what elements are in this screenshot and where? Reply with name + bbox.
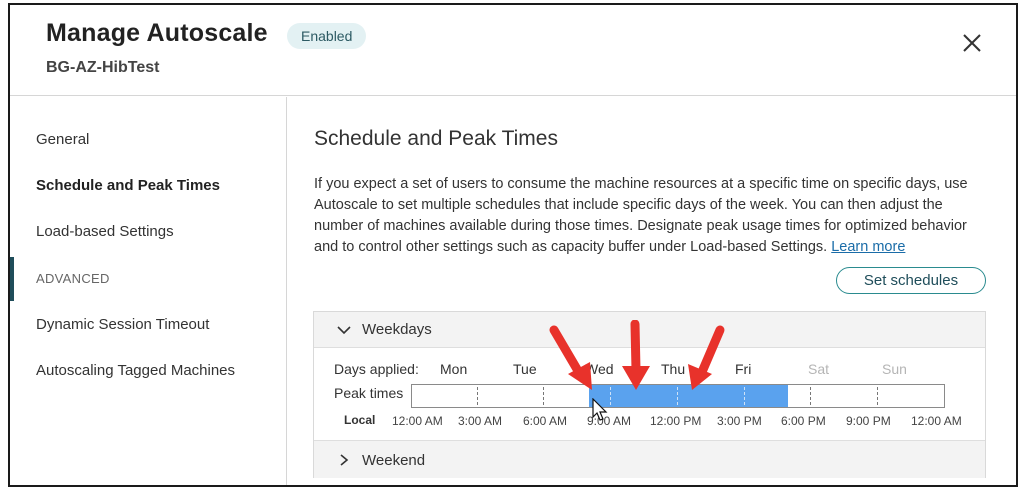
set-schedules-button[interactable]: Set schedules — [836, 267, 986, 294]
dialog-header: Manage Autoscale Enabled BG-AZ-HibTest — [10, 5, 1016, 96]
timeline-tick — [543, 387, 544, 405]
peak-times-timeline[interactable] — [411, 384, 945, 408]
timeline-tick — [610, 387, 611, 405]
learn-more-link[interactable]: Learn more — [831, 239, 905, 255]
close-icon[interactable] — [960, 31, 984, 55]
sidebar-nav: General Schedule and Peak Times Load-bas… — [10, 97, 287, 485]
weekend-accordion-header[interactable]: Weekend — [314, 440, 985, 478]
sidebar-item-general[interactable]: General — [36, 131, 89, 148]
sidebar-item-schedule-and-peak-times[interactable]: Schedule and Peak Times — [36, 177, 220, 194]
annotation-arrow-icon — [549, 325, 592, 390]
timeline-tick — [677, 387, 678, 405]
day-sat: Sat — [808, 361, 830, 377]
days-applied-label: Days applied: — [334, 361, 419, 377]
sidebar-item-dynamic-session-timeout[interactable]: Dynamic Session Timeout — [36, 316, 209, 333]
time-tick-label: 3:00 PM — [717, 414, 762, 428]
timeline-tick — [810, 387, 811, 405]
day-tue: Tue — [513, 361, 537, 377]
timeline-tick — [744, 387, 745, 405]
sidebar-section-advanced: ADVANCED — [36, 271, 110, 286]
schedule-name: Weekend — [362, 452, 426, 469]
schedule-name: Weekdays — [362, 321, 432, 338]
day-mon: Mon — [440, 361, 468, 377]
time-tick-label: 3:00 AM — [458, 414, 503, 428]
manage-autoscale-dialog: Manage Autoscale Enabled BG-AZ-HibTest G… — [8, 3, 1018, 487]
sidebar-item-autoscaling-tagged-machines[interactable]: Autoscaling Tagged Machines — [36, 362, 235, 379]
timeline-tick — [477, 387, 478, 405]
annotation-arrow-icon — [688, 325, 725, 390]
active-indicator — [10, 257, 14, 301]
chevron-down-icon — [337, 326, 351, 335]
day-fri: Fri — [735, 361, 752, 377]
dialog-subtitle: BG-AZ-HibTest — [46, 59, 160, 76]
page-description: If you expect a set of users to consume … — [314, 174, 994, 258]
sidebar-item-load-based-settings[interactable]: Load-based Settings — [36, 223, 174, 240]
peak-times-label: Peak times — [334, 385, 404, 401]
time-tick-label: 9:00 PM — [846, 414, 891, 428]
time-tick-label: 6:00 AM — [523, 414, 568, 428]
page-title: Schedule and Peak Times — [314, 127, 558, 150]
main-content: Schedule and Peak Times If you expect a … — [288, 97, 1016, 485]
annotation-arrow-icon — [622, 320, 650, 390]
day-sun: Sun — [882, 361, 907, 377]
timezone-label: Local — [344, 413, 376, 427]
time-tick-label: 12:00 PM — [650, 414, 702, 428]
chevron-right-icon — [340, 454, 349, 466]
time-tick-label: 12:00 AM — [392, 414, 443, 428]
dialog-title: Manage Autoscale — [46, 19, 268, 47]
time-tick-label: 12:00 AM — [911, 414, 962, 428]
status-badge: Enabled — [287, 23, 367, 49]
mouse-cursor-icon — [592, 398, 608, 421]
time-tick-label: 6:00 PM — [781, 414, 826, 428]
timeline-tick — [877, 387, 878, 405]
day-thu: Thu — [661, 361, 686, 377]
